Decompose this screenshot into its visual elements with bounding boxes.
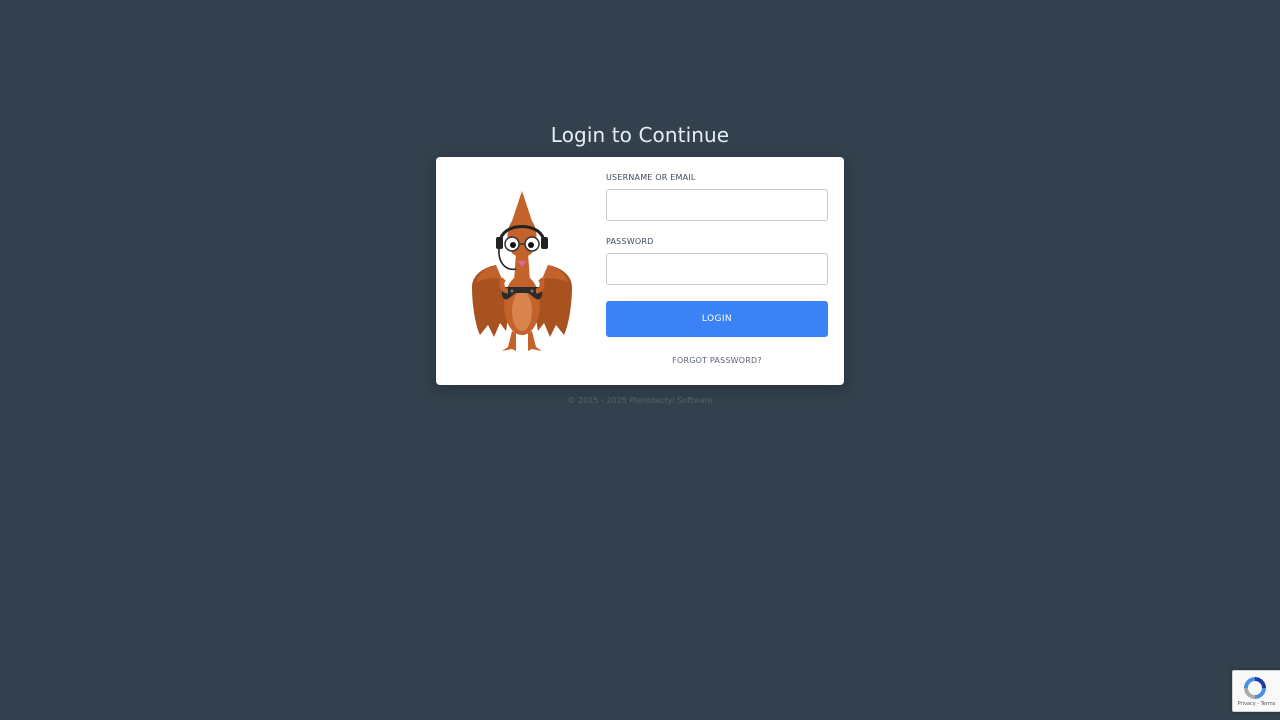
login-page: Login to Continue USERNAME OR EMAIL PASS… (0, 0, 1280, 720)
pterodactyl-mascot-icon (472, 191, 572, 351)
recaptcha-badge[interactable]: Privacy - Terms (1232, 670, 1280, 712)
username-label: USERNAME OR EMAIL (606, 173, 696, 182)
username-input[interactable] (606, 189, 828, 221)
password-input[interactable] (606, 253, 828, 285)
recaptcha-terms[interactable]: Privacy - Terms (1233, 701, 1280, 707)
page-title: Login to Continue (550, 123, 730, 147)
forgot-password-link[interactable]: FORGOT PASSWORD? (606, 356, 828, 365)
login-button[interactable]: LOGIN (606, 301, 828, 337)
copyright-footer: © 2015 - 2025 Pterodactyl Software (567, 396, 713, 405)
password-label: PASSWORD (606, 237, 654, 246)
recaptcha-icon (1244, 677, 1266, 699)
login-card: USERNAME OR EMAIL PASSWORD LOGIN FORGOT … (436, 157, 844, 385)
